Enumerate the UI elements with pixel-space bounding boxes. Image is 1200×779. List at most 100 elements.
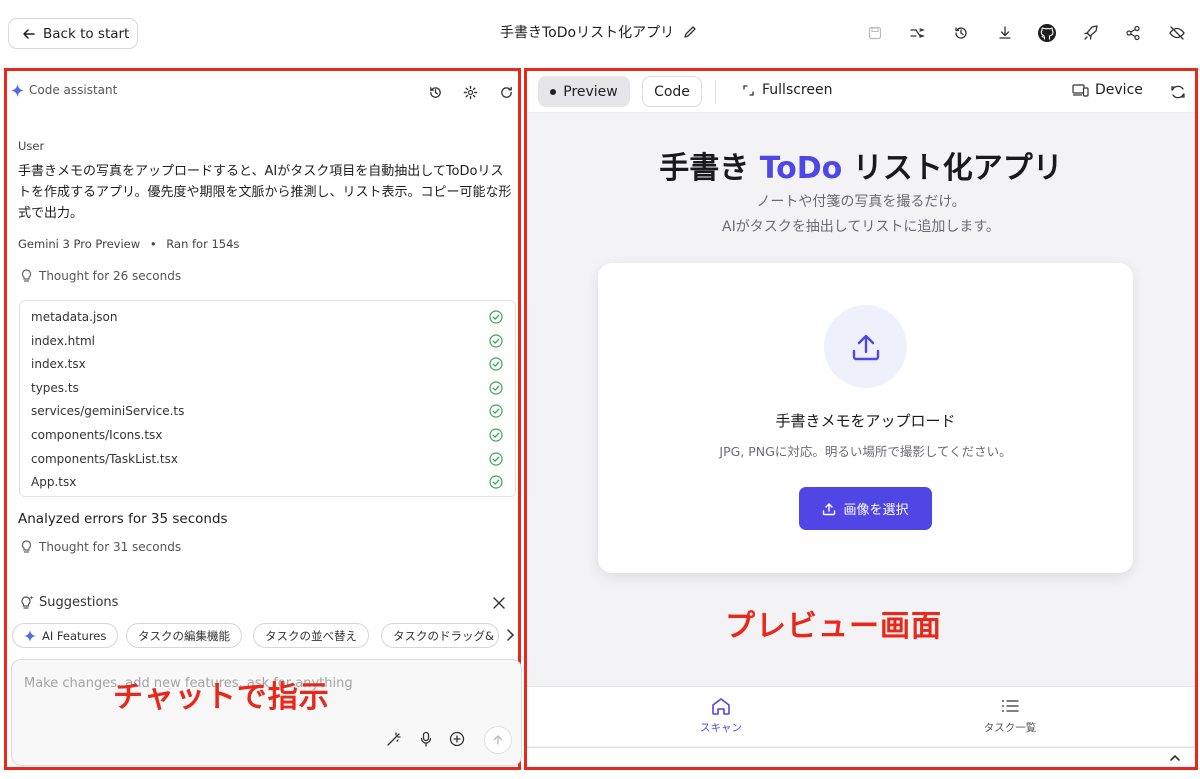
check-circle-icon <box>489 428 503 442</box>
preview-subtitle-1: ノートや付箋の写真を撮るだけ。 <box>756 194 966 210</box>
microphone-icon[interactable] <box>417 730 435 748</box>
suggestions-header: Suggestions <box>20 595 118 610</box>
suggestion-chip[interactable]: タスクの並べ替え <box>253 623 369 648</box>
settings-gear-icon[interactable] <box>461 83 479 101</box>
preview-panel: Preview Code Fullscreen Device 手書き ToDo … <box>524 68 1198 770</box>
rocket-deploy-icon[interactable] <box>1080 22 1102 44</box>
check-circle-icon <box>489 451 503 466</box>
suggestion-chip-ai-features[interactable]: AI Features <box>12 623 119 648</box>
nav-task-list[interactable]: タスク一覧 <box>950 697 1070 735</box>
thought-summary-2[interactable]: Thought for 31 seconds <box>20 540 181 554</box>
check-circle-icon <box>489 333 503 348</box>
tab-preview[interactable]: Preview <box>538 76 630 107</box>
suggestion-chip-label: AI Features <box>42 628 107 643</box>
file-row[interactable]: index.html <box>31 331 503 351</box>
bottom-navigation: スキャン タスク一覧 <box>527 686 1195 746</box>
upload-card[interactable]: 手書きメモをアップロード JPG, PNGに対応。明るい場所で撮影してください。… <box>598 263 1133 573</box>
upload-card-title: 手書きメモをアップロード <box>775 412 956 430</box>
file-row[interactable]: index.tsx <box>31 354 503 374</box>
lightbulb-sparkle-icon <box>21 595 34 609</box>
file-name: metadata.json <box>31 310 118 324</box>
chevron-up-icon[interactable] <box>1169 752 1181 764</box>
back-to-start-button[interactable]: Back to start <box>8 18 138 49</box>
lightbulb-icon <box>21 540 32 553</box>
device-icon <box>1072 84 1089 97</box>
app-title[interactable]: 手書きToDoリスト化アプリ <box>500 22 697 42</box>
hide-eye-icon[interactable] <box>1166 22 1188 44</box>
compare-branch-icon[interactable] <box>906 22 928 44</box>
nav-scan-label: スキャン <box>700 722 742 734</box>
expand-icon <box>743 84 754 96</box>
select-image-button[interactable]: 画像を選択 <box>799 487 932 530</box>
chat-header: Code assistant <box>11 83 117 97</box>
save-icon[interactable] <box>864 22 886 44</box>
close-icon[interactable] <box>491 595 507 611</box>
chat-history-icon[interactable] <box>426 83 444 101</box>
thought-summary-1[interactable]: Thought for 26 seconds <box>20 269 181 283</box>
preview-subtitle-2: AIがタスクを抽出してリストに追加します。 <box>722 219 1000 235</box>
download-icon[interactable] <box>994 22 1016 44</box>
chat-panel: Code assistant User 手書きメモの写真をアップロードすると、A… <box>4 68 522 770</box>
check-circle-icon <box>489 475 503 489</box>
suggestions-title: Suggestions <box>39 595 119 610</box>
home-icon <box>712 698 730 715</box>
pencil-icon[interactable] <box>683 25 697 39</box>
toolbar-divider <box>715 81 716 103</box>
model-run-info: Gemini 3 Pro Preview • Ran for 154s <box>18 237 240 251</box>
send-button[interactable] <box>484 726 512 754</box>
upload-icon-circle[interactable] <box>824 305 907 388</box>
fullscreen-label: Fullscreen <box>762 82 833 98</box>
suggestion-chip-label: タスクの並べ替え <box>265 628 357 643</box>
back-to-start-label: Back to start <box>43 25 130 42</box>
suggestion-chip-label: タスクの編集機能 <box>138 628 230 643</box>
chevron-right-icon[interactable] <box>503 628 517 642</box>
file-row[interactable]: services/geminiService.ts <box>31 401 503 421</box>
tab-code[interactable]: Code <box>642 76 702 107</box>
rotate-icon[interactable] <box>1170 84 1186 100</box>
file-row[interactable]: App.tsx <box>31 472 503 492</box>
file-name: types.ts <box>31 380 79 395</box>
title-part: 手書き <box>659 151 760 186</box>
run-time: Ran for 154s <box>166 237 240 251</box>
active-dot <box>550 88 557 95</box>
suggestion-chip[interactable]: タスクの編集機能 <box>126 623 242 648</box>
title-part: リスト化アプリ <box>842 151 1063 186</box>
file-name: components/TaskList.tsx <box>31 451 178 466</box>
upload-card-subtitle: JPG, PNGに対応。明るい場所で撮影してください。 <box>719 444 1012 459</box>
file-row[interactable]: types.ts <box>31 378 503 398</box>
nav-tasks-label: タスク一覧 <box>983 722 1037 734</box>
magic-wand-icon[interactable] <box>385 730 403 748</box>
file-row[interactable]: components/TaskList.tsx <box>31 449 503 469</box>
user-label: User <box>18 139 45 153</box>
file-name: App.tsx <box>31 475 77 490</box>
fullscreen-button[interactable]: Fullscreen <box>742 82 832 98</box>
console-strip <box>527 747 1195 767</box>
suggestion-chip[interactable]: タスクのドラッグ& <box>381 623 499 648</box>
add-circle-icon[interactable] <box>448 730 466 748</box>
preview-toolbar: Preview Code Fullscreen Device <box>527 71 1195 113</box>
device-button[interactable]: Device <box>1072 82 1143 98</box>
history-icon[interactable] <box>950 22 972 44</box>
sparkle-icon <box>24 629 36 642</box>
generated-files-list: metadata.json index.html index.tsx types.ts… <box>19 300 516 497</box>
refresh-icon[interactable] <box>497 83 515 101</box>
check-circle-icon <box>489 357 503 371</box>
suggestion-chip-label: タスクのドラッグ& <box>393 628 494 643</box>
model-name: Gemini 3 Pro Preview <box>18 237 141 251</box>
file-name: services/geminiService.ts <box>31 404 185 419</box>
check-circle-icon <box>489 404 503 418</box>
annotation-chat-instruction: チャットで指示 <box>113 680 330 715</box>
preview-app-title: 手書き ToDo リスト化アプリ <box>527 143 1195 187</box>
annotation-preview-screen: プレビュー画面 <box>725 609 942 644</box>
nav-scan[interactable]: スキャン <box>661 697 781 735</box>
share-icon[interactable] <box>1122 22 1144 44</box>
thought-text-2: Thought for 31 seconds <box>39 540 182 554</box>
user-message: 手書きメモの写真をアップロードすると、AIがタスク項目を自動抽出してToDoリス… <box>18 164 512 221</box>
file-row[interactable]: metadata.json <box>31 307 503 327</box>
file-row[interactable]: components/Icons.tsx <box>31 425 503 445</box>
app-title-text: 手書きToDoリスト化アプリ <box>500 25 675 41</box>
github-icon[interactable] <box>1036 22 1058 44</box>
device-label: Device <box>1095 82 1143 98</box>
arrow-up-icon <box>493 735 503 745</box>
file-name: components/Icons.tsx <box>31 428 163 442</box>
